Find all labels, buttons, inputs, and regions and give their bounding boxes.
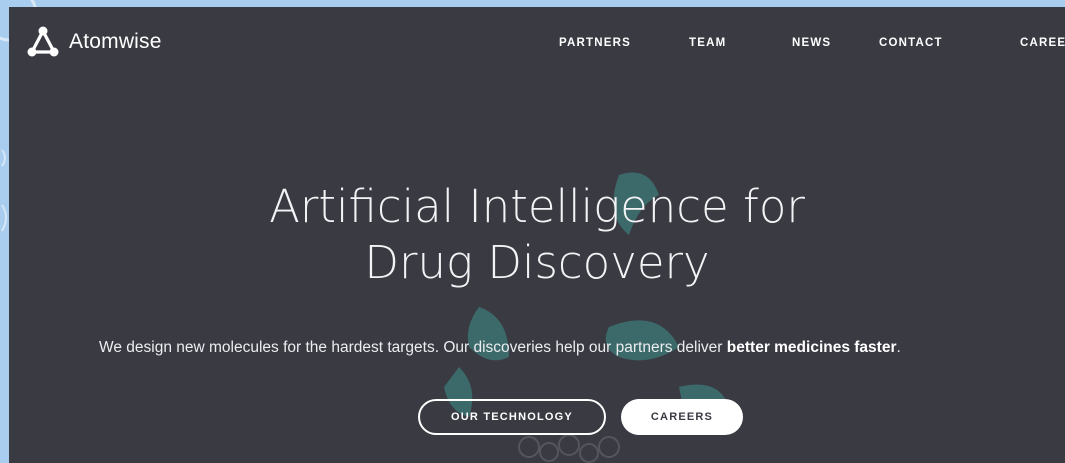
- hero-headline-line-1: Artificial Intelligence for: [269, 180, 805, 233]
- careers-button[interactable]: CAREERS: [621, 399, 743, 435]
- nav-link-contact[interactable]: CONTACT: [879, 37, 943, 49]
- hero-headline-line-2: Drug Discovery: [364, 236, 710, 289]
- brand-logo[interactable]: Atomwise: [26, 25, 162, 59]
- tagline-text: We design new molecules for the hardest …: [99, 339, 727, 356]
- top-navigation: Atomwise PARTNERS TEAM NEWS CONTACT CARE…: [9, 7, 1065, 79]
- our-technology-button[interactable]: OUR TECHNOLOGY: [418, 399, 606, 435]
- brand-name: Atomwise: [69, 30, 162, 53]
- tagline-period: .: [896, 339, 901, 356]
- hero-tagline: We design new molecules for the hardest …: [9, 339, 1065, 357]
- nav-link-careers[interactable]: CAREE: [1020, 37, 1065, 49]
- website-viewport: Atomwise PARTNERS TEAM NEWS CONTACT CARE…: [9, 7, 1065, 463]
- atom-triangle-logo-icon: [27, 26, 59, 57]
- nav-link-team[interactable]: TEAM: [689, 37, 726, 49]
- hero-headline: Artificial Intelligence for Drug Discove…: [9, 179, 1065, 291]
- nav-link-news[interactable]: NEWS: [792, 37, 831, 49]
- tagline-emphasis: better medicines faster: [726, 339, 897, 356]
- nav-link-partners[interactable]: PARTNERS: [559, 37, 631, 49]
